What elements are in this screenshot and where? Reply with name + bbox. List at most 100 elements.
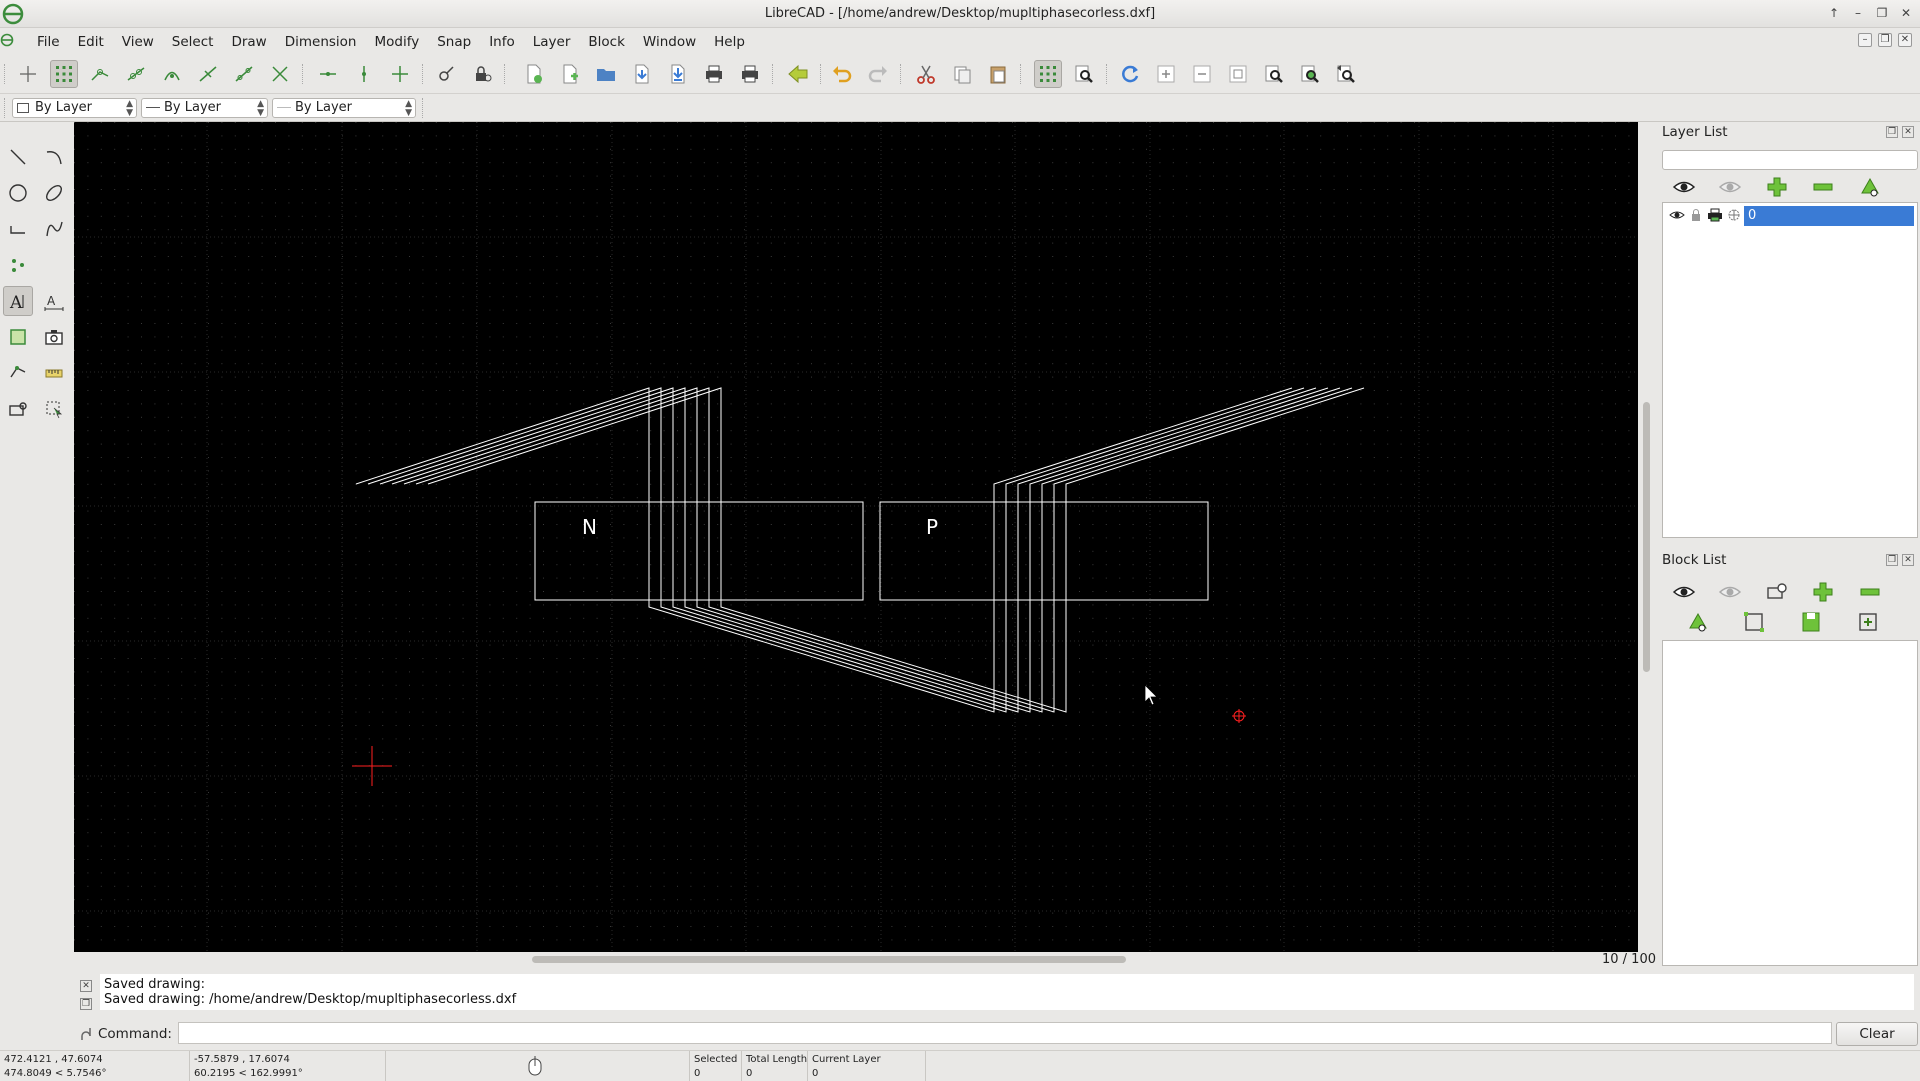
linetype-select[interactable]: By Layer ▲ ▼ — [141, 98, 268, 118]
document-minimize-button[interactable]: – — [1858, 33, 1872, 47]
command-input[interactable] — [178, 1022, 1832, 1044]
zoom-pan-button[interactable] — [1332, 60, 1360, 88]
add-layer-button[interactable] — [1761, 172, 1793, 202]
zoom-auto-button[interactable] — [1224, 60, 1252, 88]
edit-layer-button[interactable] — [1854, 172, 1886, 202]
draw-polyline-button[interactable] — [3, 214, 33, 244]
cut-button[interactable] — [912, 60, 940, 88]
print-preview-button[interactable] — [736, 60, 764, 88]
layer-print-icon[interactable] — [1707, 207, 1723, 223]
menu-snap[interactable]: Snap — [428, 32, 480, 52]
modify-tools-button[interactable] — [3, 358, 33, 388]
layer-construction-icon[interactable] — [1726, 207, 1742, 223]
undo-button[interactable] — [828, 60, 856, 88]
draw-ellipse-button[interactable] — [39, 178, 69, 208]
window-close-button[interactable]: ✕ — [1898, 5, 1914, 21]
show-all-blocks-button[interactable] — [1668, 577, 1700, 607]
menu-view[interactable]: View — [113, 32, 163, 52]
draw-line-button[interactable] — [3, 142, 33, 172]
layer-row[interactable]: 0 — [1663, 205, 1917, 227]
window-minimize-button[interactable]: – — [1850, 5, 1866, 21]
menu-window[interactable]: Window — [634, 32, 705, 52]
dock-close-button[interactable]: ✕ — [1902, 126, 1914, 138]
create-block-button[interactable] — [1761, 577, 1793, 607]
dock-float-button[interactable]: ❐ — [1886, 126, 1898, 138]
remove-layer-button[interactable] — [1807, 172, 1839, 202]
block-list-table[interactable] — [1662, 640, 1918, 966]
menu-block[interactable]: Block — [579, 32, 634, 52]
window-up-icon[interactable]: ↑ — [1826, 5, 1842, 21]
snap-grid-button[interactable] — [50, 60, 78, 88]
hide-all-layers-button[interactable] — [1714, 172, 1746, 202]
layer-list-table[interactable]: 0 — [1662, 202, 1918, 538]
restrict-orthogonal-button[interactable] — [386, 60, 414, 88]
restrict-horizontal-button[interactable] — [314, 60, 342, 88]
linewidth-select[interactable]: By Layer ▲ ▼ — [272, 98, 416, 118]
hide-all-blocks-button[interactable] — [1714, 577, 1746, 607]
close-icon[interactable]: ✕ — [80, 980, 92, 992]
float-icon[interactable]: ❐ — [80, 998, 92, 1010]
toolbar-grip[interactable] — [4, 98, 8, 118]
hatch-button[interactable] — [3, 322, 33, 352]
save-block-button[interactable] — [1795, 607, 1827, 637]
magnet-p-label[interactable]: P — [926, 515, 938, 539]
menu-layer[interactable]: Layer — [524, 32, 580, 52]
redraw-button[interactable] — [1116, 60, 1144, 88]
draw-point-button[interactable] — [3, 250, 33, 280]
relative-zero-button[interactable] — [432, 60, 460, 88]
toolbar-grip[interactable] — [4, 64, 8, 84]
zoom-window-button[interactable] — [1296, 60, 1324, 88]
dock-float-button[interactable]: ❐ — [1886, 554, 1898, 566]
layer-filter-input[interactable] — [1662, 150, 1918, 170]
zoom-out-button[interactable] — [1188, 60, 1216, 88]
color-select[interactable]: By Layer ▲ ▼ — [12, 98, 137, 118]
lock-relative-zero-button[interactable] — [468, 60, 496, 88]
vertical-scrollbar[interactable] — [1638, 122, 1654, 952]
select-tools-button[interactable] — [39, 394, 69, 424]
snap-on-entity-button[interactable] — [122, 60, 150, 88]
edit-block-attributes-button[interactable] — [1682, 607, 1714, 637]
snap-endpoint-button[interactable] — [86, 60, 114, 88]
save-button[interactable] — [628, 60, 656, 88]
menu-dimension[interactable]: Dimension — [276, 32, 366, 52]
document-close-button[interactable]: ✕ — [1898, 33, 1912, 47]
layer-lock-icon[interactable] — [1688, 207, 1704, 223]
save-as-button[interactable] — [664, 60, 692, 88]
draw-circle-button[interactable] — [3, 178, 33, 208]
new-file-button[interactable] — [520, 60, 548, 88]
paste-button[interactable] — [984, 60, 1012, 88]
menu-file[interactable]: File — [28, 32, 69, 52]
zoom-previous-button[interactable] — [1260, 60, 1288, 88]
open-file-button[interactable] — [592, 60, 620, 88]
document-restore-button[interactable]: ❐ — [1878, 33, 1892, 47]
menu-draw[interactable]: Draw — [222, 32, 275, 52]
dock-close-button[interactable]: ✕ — [1902, 554, 1914, 566]
toggle-grid-button[interactable] — [1034, 60, 1062, 88]
menu-select[interactable]: Select — [163, 32, 223, 52]
horizontal-scrollbar[interactable] — [74, 952, 1586, 966]
snap-free-button[interactable] — [14, 60, 42, 88]
restrict-vertical-button[interactable] — [350, 60, 378, 88]
add-block-button[interactable] — [1807, 577, 1839, 607]
layer-name[interactable]: 0 — [1744, 206, 1914, 226]
snap-distance-button[interactable] — [230, 60, 258, 88]
back-button[interactable] — [784, 60, 812, 88]
window-maximize-button[interactable]: ❐ — [1874, 5, 1890, 21]
new-from-template-button[interactable] — [556, 60, 584, 88]
insert-image-button[interactable] — [39, 322, 69, 352]
measure-button[interactable] — [39, 358, 69, 388]
zoom-in-button[interactable] — [1152, 60, 1180, 88]
copy-button[interactable] — [948, 60, 976, 88]
show-all-layers-button[interactable] — [1668, 172, 1700, 202]
insert-block-button[interactable] — [1852, 607, 1884, 637]
dimension-button[interactable]: A — [39, 286, 69, 316]
snap-center-button[interactable] — [158, 60, 186, 88]
menu-edit[interactable]: Edit — [69, 32, 113, 52]
draw-spline-button[interactable] — [39, 214, 69, 244]
redo-button[interactable] — [864, 60, 892, 88]
menu-modify[interactable]: Modify — [365, 32, 428, 52]
vertical-scroll-thumb[interactable] — [1643, 402, 1650, 672]
layer-visible-eye-icon[interactable] — [1669, 207, 1685, 223]
print-button[interactable] — [700, 60, 728, 88]
edit-block-button[interactable] — [1738, 607, 1770, 637]
